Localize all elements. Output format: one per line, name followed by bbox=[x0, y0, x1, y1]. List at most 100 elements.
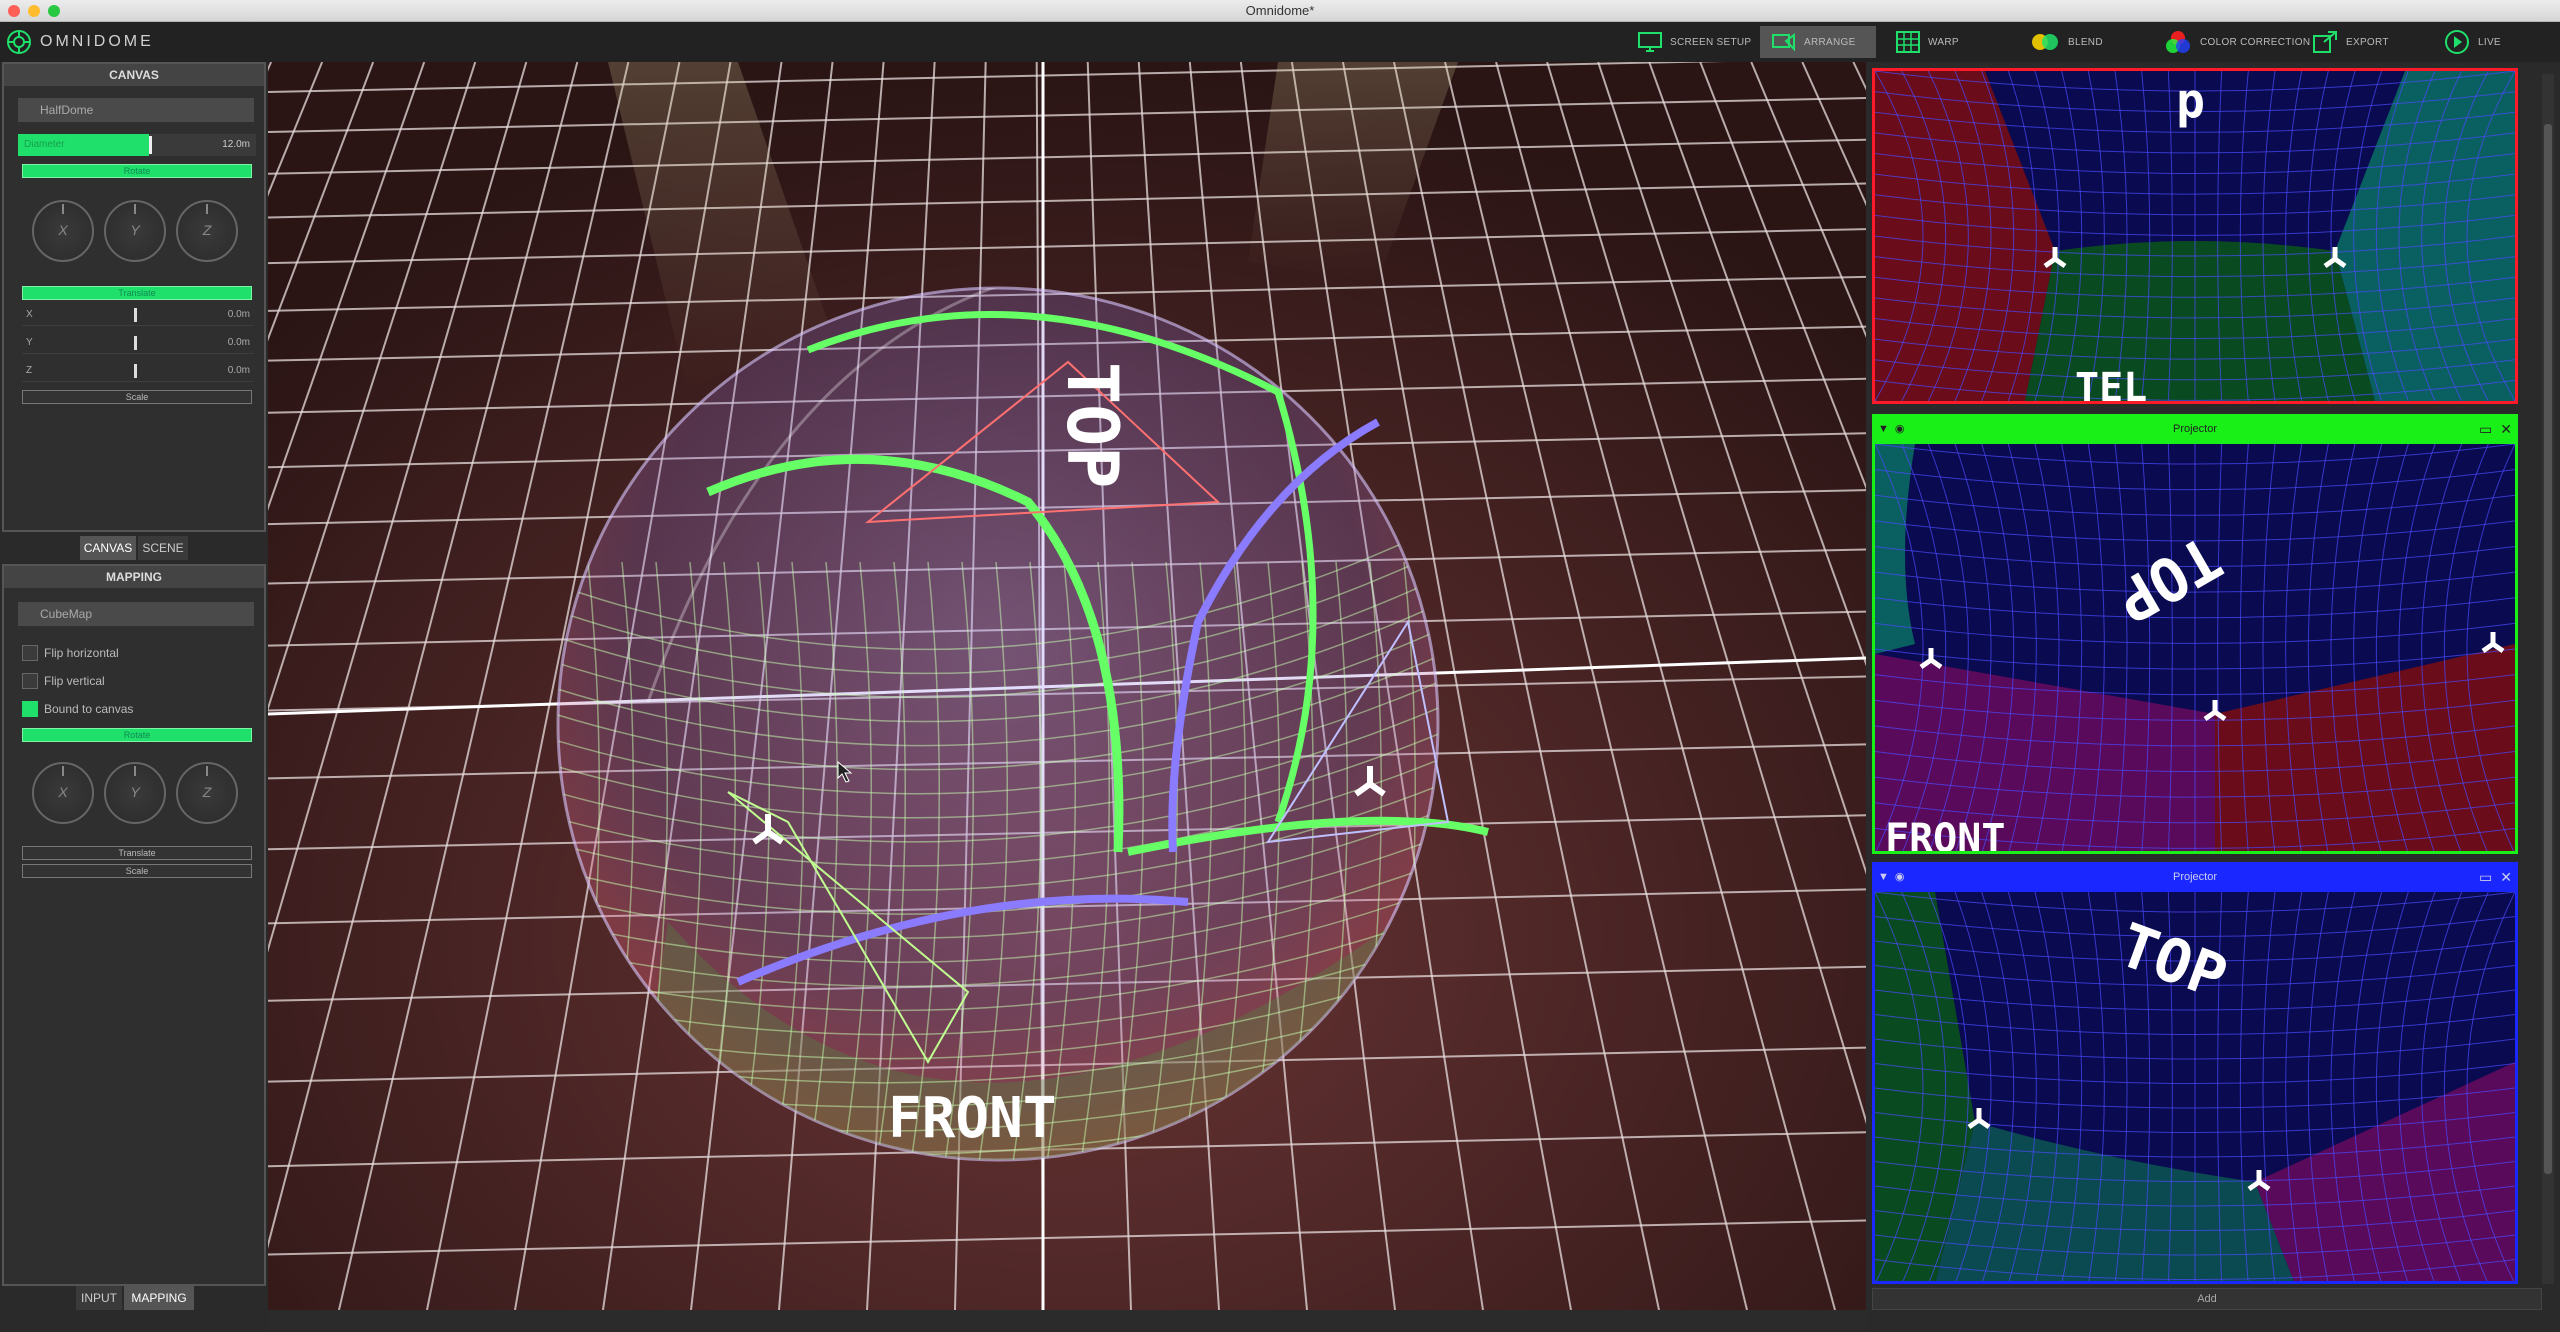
blend-icon bbox=[2032, 34, 2058, 50]
tab-screen-setup[interactable]: SCREEN SETUP bbox=[1626, 26, 1763, 58]
omnidome-logo-icon bbox=[7, 30, 31, 54]
scrollbar-thumb[interactable] bbox=[2544, 124, 2552, 1174]
checkbox-box[interactable] bbox=[22, 645, 38, 661]
tab-canvas[interactable]: CANVAS bbox=[80, 536, 136, 560]
monitor-icon bbox=[1638, 32, 1662, 52]
projector-preview-2[interactable]: TOP FRONT bbox=[1872, 444, 2518, 854]
mapping-rotate-y-dial[interactable]: Y bbox=[104, 762, 166, 824]
dome-top-label: TOP bbox=[1051, 362, 1133, 488]
axis-label: Y bbox=[26, 337, 33, 348]
canvas-rotate-y-dial[interactable]: Y bbox=[104, 200, 166, 262]
translate-y-slider[interactable]: Y 0.0m bbox=[22, 332, 254, 354]
projector-header-2[interactable]: ▼ ◉ Projector ▭ ✕ bbox=[1872, 414, 2518, 444]
app-logo: OMNIDOME bbox=[6, 28, 154, 56]
slider-handle[interactable] bbox=[134, 364, 137, 378]
tab-warp[interactable]: WARP bbox=[1884, 26, 1971, 58]
tab-live[interactable]: LIVE bbox=[2432, 26, 2513, 58]
color-triangle-icon bbox=[2166, 31, 2190, 53]
tab-scene[interactable]: SCENE bbox=[138, 536, 188, 560]
arrange-icon bbox=[1772, 33, 1795, 52]
projector-list-scrollbar[interactable] bbox=[2542, 74, 2554, 1284]
add-projector-button[interactable]: Add bbox=[1872, 1288, 2542, 1310]
maximize-icon[interactable]: ▭ bbox=[2479, 414, 2492, 444]
tab-export[interactable]: EXPORT bbox=[2300, 26, 2401, 58]
canvas-type-field[interactable]: HalfDome bbox=[18, 98, 254, 122]
projector-output-render: TOP bbox=[1875, 892, 2515, 1281]
slider-handle[interactable] bbox=[134, 308, 137, 322]
tab-color-correction[interactable]: COLOR CORRECTION bbox=[2152, 26, 2322, 58]
canvas-scale-button[interactable]: Scale bbox=[22, 390, 252, 404]
play-icon bbox=[2445, 30, 2469, 54]
flip-horizontal-checkbox[interactable]: Flip horizontal bbox=[22, 644, 119, 662]
dial-label: X bbox=[58, 784, 68, 800]
axis-value: 0.0m bbox=[227, 365, 250, 376]
checkbox-box[interactable] bbox=[22, 673, 38, 689]
mapping-scale-button[interactable]: Scale bbox=[22, 864, 252, 878]
close-icon[interactable]: ✕ bbox=[2500, 862, 2512, 892]
tab-mapping[interactable]: MAPPING bbox=[124, 1286, 194, 1310]
mapping-panel: MAPPING CubeMap Flip horizontal Flip ver… bbox=[2, 564, 266, 1286]
scene-render[interactable]: TOP FRONT bbox=[268, 62, 1866, 1310]
eye-icon[interactable]: ◉ bbox=[1895, 414, 1905, 444]
tab-arrange[interactable]: ARRANGE bbox=[1760, 26, 1876, 58]
tab-blend[interactable]: BLEND bbox=[2018, 26, 2115, 58]
mapping-rotate-button[interactable]: Rotate bbox=[22, 728, 252, 742]
left-sidebar: CANVAS HalfDome Diameter 12.0m Rotate X … bbox=[0, 62, 268, 1332]
tab-label: WARP bbox=[1928, 36, 1959, 48]
app-name: OMNIDOME bbox=[40, 33, 154, 50]
dial-label: Y bbox=[130, 784, 140, 800]
svg-text:FRONT: FRONT bbox=[1885, 816, 2005, 854]
canvas-translate-button[interactable]: Translate bbox=[22, 286, 252, 300]
mapping-type-field[interactable]: CubeMap bbox=[18, 602, 254, 626]
mapping-rotate-z-dial[interactable]: Z bbox=[176, 762, 238, 824]
canvas-panel: CANVAS HalfDome Diameter 12.0m Rotate X … bbox=[2, 62, 266, 532]
canvas-rotate-x-dial[interactable]: X bbox=[32, 200, 94, 262]
tab-label: SCREEN SETUP bbox=[1670, 36, 1752, 48]
collapse-triangle-icon[interactable]: ▼ bbox=[1878, 414, 1889, 444]
projector-header-3[interactable]: ▼ ◉ Projector ▭ ✕ bbox=[1872, 862, 2518, 892]
tab-input[interactable]: INPUT bbox=[76, 1286, 122, 1310]
axis-value: 0.0m bbox=[227, 309, 250, 320]
checkbox-label: Bound to canvas bbox=[44, 702, 134, 716]
projector-output-render: TOP FRONT bbox=[1875, 444, 2515, 854]
projector-preview-1[interactable]: d TEL bbox=[1872, 68, 2518, 404]
axis-value: 0.0m bbox=[227, 337, 250, 348]
projector-preview-3[interactable]: TOP bbox=[1872, 892, 2518, 1284]
diameter-slider[interactable]: Diameter 12.0m bbox=[18, 134, 256, 156]
projector-title: Projector bbox=[2172, 423, 2218, 435]
maximize-icon[interactable]: ▭ bbox=[2479, 862, 2492, 892]
canvas-rotate-button[interactable]: Rotate bbox=[22, 164, 252, 178]
dial-label: Y bbox=[130, 222, 140, 238]
tab-label: LIVE bbox=[2478, 36, 2501, 48]
collapse-triangle-icon[interactable]: ▼ bbox=[1878, 862, 1889, 892]
dial-label: X bbox=[58, 222, 68, 238]
slider-handle[interactable] bbox=[134, 336, 137, 350]
window-title: Omnidome* bbox=[1245, 3, 1315, 18]
dome-front-label: FRONT bbox=[888, 1086, 1057, 1151]
diameter-slider-handle[interactable] bbox=[148, 136, 152, 154]
3d-viewport[interactable]: TOP FRONT bbox=[268, 62, 1866, 1310]
main-toolbar: OMNIDOME SCREEN SETUP ARRANGE WARP BLEND… bbox=[0, 22, 2560, 62]
mapping-panel-header: MAPPING bbox=[4, 566, 264, 588]
checkbox-label: Flip horizontal bbox=[44, 646, 119, 660]
dial-label: Z bbox=[202, 784, 212, 800]
svg-text:d: d bbox=[2176, 79, 2205, 135]
checkbox-box[interactable] bbox=[22, 701, 38, 717]
translate-x-slider[interactable]: X 0.0m bbox=[22, 304, 254, 326]
eye-icon[interactable]: ◉ bbox=[1895, 862, 1905, 892]
bound-to-canvas-checkbox[interactable]: Bound to canvas bbox=[22, 700, 133, 718]
mapping-translate-button[interactable]: Translate bbox=[22, 846, 252, 860]
export-icon bbox=[2313, 31, 2337, 53]
tab-label: BLEND bbox=[2068, 36, 2103, 48]
grid-icon bbox=[1896, 31, 1920, 53]
translate-z-slider[interactable]: Z 0.0m bbox=[22, 360, 254, 382]
flip-vertical-checkbox[interactable]: Flip vertical bbox=[22, 672, 105, 690]
canvas-rotate-z-dial[interactable]: Z bbox=[176, 200, 238, 262]
tab-label: EXPORT bbox=[2346, 36, 2389, 48]
canvas-panel-header: CANVAS bbox=[4, 64, 264, 86]
close-icon[interactable]: ✕ bbox=[2500, 414, 2512, 444]
tab-label: COLOR CORRECTION bbox=[2200, 36, 2311, 48]
tab-label: ARRANGE bbox=[1804, 36, 1856, 48]
projector-title: Projector bbox=[2172, 871, 2218, 883]
mapping-rotate-x-dial[interactable]: X bbox=[32, 762, 94, 824]
